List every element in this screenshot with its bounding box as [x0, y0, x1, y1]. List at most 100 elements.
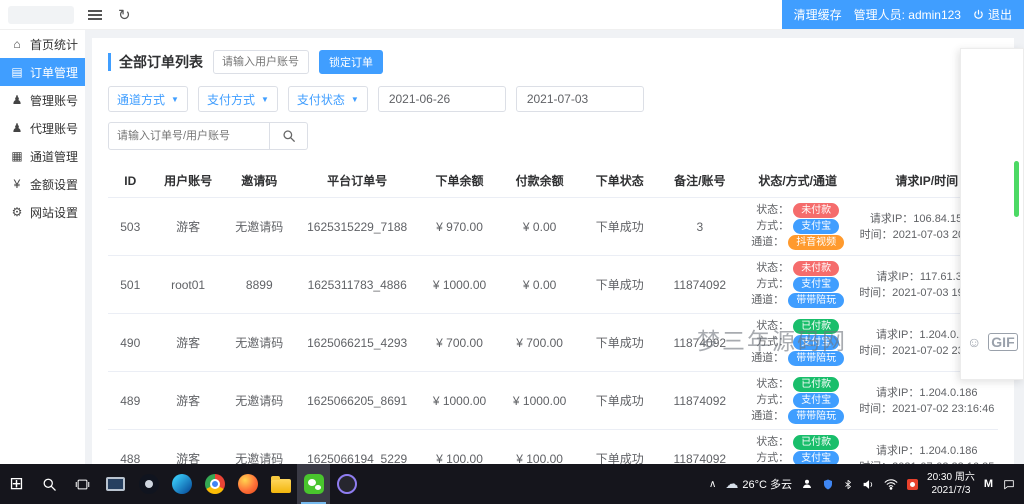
cell-id: 503 [108, 197, 153, 256]
channel-badge: 带带陪玩 [788, 351, 845, 366]
sidebar-item-admin-accounts[interactable]: ♟ 管理账号 [0, 86, 85, 114]
taskbar-search-button[interactable] [33, 464, 66, 504]
cell-amount: ¥ 1000.00 [419, 371, 500, 430]
sidebar-item-site-settings[interactable]: ⚙ 网站设置 [0, 198, 85, 226]
tray-app-icon[interactable] [907, 478, 919, 490]
cell-invite: 无邀请码 [223, 197, 295, 256]
cell-id: 490 [108, 313, 153, 372]
cell-invite: 无邀请码 [223, 313, 295, 372]
taskbar-app-chrome[interactable] [198, 464, 231, 504]
taskbar-app-edge[interactable] [165, 464, 198, 504]
network-icon[interactable] [884, 477, 898, 491]
windows-logo-icon: ⊞ [9, 474, 24, 493]
column-header-id: ID [108, 164, 153, 198]
request-time: 时间：2021-07-02 23:16:46 [859, 402, 995, 415]
hamburger-menu-icon[interactable] [88, 9, 102, 20]
media-player-icon [336, 474, 357, 494]
green-scrollbar[interactable] [1014, 161, 1019, 217]
refresh-icon[interactable]: ↻ [118, 6, 131, 24]
cell-user: 游客 [152, 197, 224, 256]
sidebar-item-label: 网站设置 [30, 205, 79, 220]
lock-order-button[interactable]: 锁定订单 [319, 50, 383, 74]
cell-order-no: 1625066215_4293 [294, 313, 420, 372]
cell-user: 游客 [152, 313, 224, 372]
panel-toolbar: ☺ GIF ✂ [967, 333, 1024, 351]
clear-cache-link[interactable]: 清理缓存 [794, 6, 842, 23]
account-input[interactable] [213, 50, 309, 74]
emoji-icon[interactable]: ☺ [967, 335, 981, 349]
cell-paid: ¥ 1000.00 [499, 371, 580, 430]
cell-amount: ¥ 100.00 [419, 429, 500, 464]
taskbar-app-firefox[interactable] [231, 464, 264, 504]
cell-remark: 11874092 [659, 429, 740, 464]
action-center-icon[interactable] [1002, 478, 1016, 491]
pay-method-filter-label: 支付方式 [206, 92, 255, 107]
chevron-down-icon: ▼ [260, 94, 269, 104]
taskbar-app-wechat[interactable] [297, 464, 330, 504]
taskbar-app-media-player[interactable] [330, 464, 363, 504]
table-row: 503 游客 无邀请码 1625315229_7188 ¥ 970.00 ¥ 0… [108, 197, 998, 256]
taskbar-app-dark-browser[interactable] [132, 464, 165, 504]
pay-method-badge: 支付宝 [793, 393, 840, 408]
request-ip: 请求IP：1.204.0.186 [876, 444, 978, 457]
cell-amount: ¥ 970.00 [419, 197, 500, 256]
hidden-icons-chevron[interactable]: ∧ [709, 479, 716, 490]
input-method-indicator[interactable]: M [984, 478, 993, 490]
sidebar-item-order-management[interactable]: ▤ 订单管理 [0, 58, 85, 86]
task-view-button[interactable] [66, 464, 99, 504]
pay-status-badge: 已付款 [793, 377, 840, 392]
channel-badge: 带带陪玩 [788, 293, 845, 308]
dark-browser-icon [138, 474, 159, 494]
clock-widget[interactable]: 20:30 周六 2021/7/3 [927, 471, 975, 497]
cell-status: 下单成功 [579, 255, 660, 314]
sidebar: ⌂ 首页统计 ▤ 订单管理 ♟ 管理账号 ♟ 代理账号 ▦ 通道管理 ¥ 金额设… [0, 30, 85, 464]
start-date-input[interactable] [377, 86, 506, 112]
bluetooth-icon[interactable] [843, 478, 853, 491]
cell-order-no: 1625066205_8691 [294, 371, 420, 430]
channel-filter-select[interactable]: 通道方式 ▼ [108, 86, 188, 112]
sidebar-item-amount-settings[interactable]: ¥ 金额设置 [0, 170, 85, 198]
order-search-input[interactable] [108, 122, 270, 150]
gif-icon[interactable]: GIF [988, 333, 1018, 351]
pay-status-badge: 已付款 [793, 435, 840, 450]
admin-label: 管理人员: admin123 [853, 8, 961, 22]
pay-status-badge: 未付款 [793, 203, 840, 218]
cloud-icon: ☁ [725, 476, 739, 491]
pay-status-filter-select[interactable]: 支付状态 ▼ [287, 86, 368, 112]
logout-button[interactable]: 退出 [973, 6, 1012, 23]
sidebar-item-home-stats[interactable]: ⌂ 首页统计 [0, 30, 85, 58]
cell-user: 游客 [152, 429, 224, 464]
cell-paid: ¥ 0.00 [499, 255, 580, 314]
column-header-status: 下单状态 [579, 164, 660, 198]
speaker-icon[interactable] [862, 478, 875, 491]
pay-method-filter-select[interactable]: 支付方式 ▼ [197, 86, 278, 112]
cell-state-method-channel: 状态：已付款 方式：支付宝 通道：带带陪玩 [739, 371, 856, 430]
search-button[interactable] [270, 122, 308, 150]
monitor-app-icon [106, 477, 125, 491]
column-header-paid: 付款余额 [499, 164, 580, 198]
channel-icon: ▦ [11, 149, 23, 163]
weather-label: 26°C 多云 [742, 479, 793, 491]
start-button[interactable]: ⊞ [0, 464, 33, 504]
cell-invite: 8899 [223, 255, 295, 314]
cell-status: 下单成功 [579, 313, 660, 372]
taskbar-app-file-explorer[interactable] [264, 464, 297, 504]
cell-order-no: 1625311783_4886 [294, 255, 420, 314]
taskbar-app-monitor[interactable] [99, 464, 132, 504]
floating-side-panel: ☺ GIF ✂ [960, 48, 1024, 380]
main-content: 全部订单列表 锁定订单 通道方式 ▼ 支付方式 ▼ 支付状态 ▼ [85, 30, 1024, 464]
sidebar-item-agent-accounts[interactable]: ♟ 代理账号 [0, 114, 85, 142]
channel-badge: 带带陪玩 [788, 409, 845, 424]
weather-widget[interactable]: ☁ 26°C 多云 [725, 476, 792, 492]
sidebar-item-channel-management[interactable]: ▦ 通道管理 [0, 142, 85, 170]
contact-icon[interactable] [801, 478, 813, 490]
title-row: 全部订单列表 锁定订单 [108, 50, 998, 74]
column-header-amount: 下单余额 [419, 164, 500, 198]
pay-status-badge: 已付款 [793, 319, 840, 334]
end-date-input[interactable] [515, 86, 644, 112]
cell-state-method-channel: 状态： 未付款 方式： 支付宝 通道： 带带陪玩 [739, 255, 856, 314]
wechat-icon [303, 474, 324, 494]
amount-icon: ¥ [13, 177, 21, 191]
shield-icon[interactable] [822, 478, 834, 491]
column-header-remark: 备注/账号 [659, 164, 740, 198]
